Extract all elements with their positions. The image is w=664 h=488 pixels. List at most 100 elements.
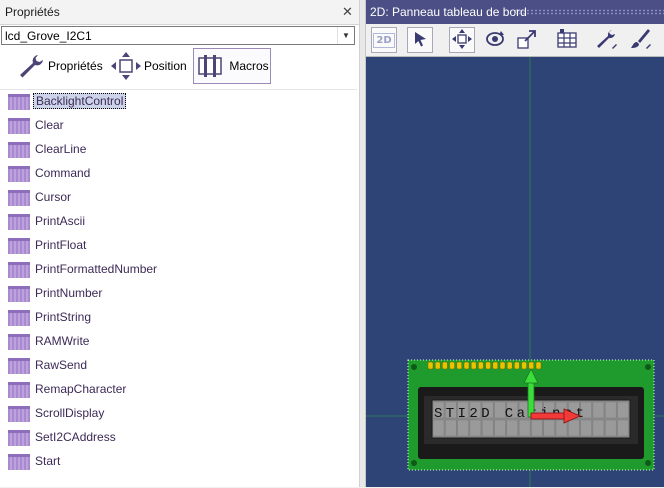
macro-icon: [8, 430, 30, 446]
macro-icon: [8, 142, 30, 158]
macro-item[interactable]: PrintString: [0, 306, 357, 330]
mount-hole: [645, 460, 651, 466]
tab-macros[interactable]: Macros: [193, 48, 271, 84]
macro-item[interactable]: PrintAscii: [0, 210, 357, 234]
header-pin: [478, 361, 484, 370]
macro-item[interactable]: RemapCharacter: [0, 378, 357, 402]
header-pin: [434, 361, 441, 370]
macro-label: RemapCharacter: [35, 382, 127, 396]
macro-item[interactable]: Command: [0, 162, 357, 186]
dashboard-toolbar: 2D: [366, 24, 664, 57]
view-2d-button[interactable]: 2D: [371, 27, 397, 53]
macro-item[interactable]: BacklightControl: [0, 90, 357, 114]
macro-icon: [8, 94, 30, 110]
header-pin: [442, 361, 448, 370]
macro-icon: [8, 358, 30, 374]
macro-label: BacklightControl: [33, 93, 127, 109]
macro-icon: [8, 454, 30, 470]
lcd-cell: [432, 419, 445, 437]
macro-label: PrintFloat: [35, 238, 87, 252]
cursor-arrow-icon: [411, 30, 429, 51]
lcd-cell: [617, 419, 629, 437]
properties-tab-bar: Propriétés Position Macros: [0, 46, 359, 88]
macro-label: PrintString: [35, 310, 92, 324]
macro-label: Start: [35, 454, 61, 468]
lcd-cell: [494, 419, 506, 437]
macro-label: ClearLine: [35, 142, 87, 156]
macro-icon: [8, 406, 30, 422]
macro-icon: [8, 214, 30, 230]
macro-icon: [8, 334, 30, 350]
lcd-cell: [481, 419, 494, 437]
macro-label: RAMWrite: [35, 334, 90, 348]
select-tool-button[interactable]: [407, 27, 433, 53]
macro-label: SetI2CAddress: [35, 430, 116, 444]
properties-panel: Propriétés ✕ lcd_Grove_I2C1 ▼ Propriétés…: [0, 0, 359, 487]
macro-item[interactable]: PrintNumber: [0, 282, 357, 306]
header-pin: [427, 361, 434, 370]
macro-label: Cursor: [35, 190, 72, 204]
lcd-cell: [580, 419, 592, 437]
macro-item[interactable]: Start: [0, 450, 357, 474]
component-selector[interactable]: lcd_Grove_I2C1 ▼: [1, 26, 355, 45]
header-pin: [485, 361, 491, 370]
macro-icon: [8, 118, 30, 134]
macro-icon: [8, 166, 30, 182]
scale-tool-button[interactable]: [514, 27, 540, 53]
lcd-cell: [506, 419, 519, 437]
wrench-icon: [16, 51, 46, 81]
lcd-cell: [445, 419, 457, 437]
macro-item[interactable]: ScrollDisplay: [0, 402, 357, 426]
macro-item[interactable]: Clear: [0, 114, 357, 138]
tab-macros-label: Macros: [229, 59, 269, 73]
tools-button[interactable]: [594, 27, 620, 53]
resize-icon: [516, 28, 538, 53]
macro-label: ScrollDisplay: [35, 406, 105, 420]
panel-splitter[interactable]: [359, 0, 366, 487]
lcd-cell: [531, 419, 543, 437]
macro-icon: [8, 190, 30, 206]
macro-list: BacklightControl Clear ClearLine Command Cur…: [0, 89, 357, 488]
properties-title-bar: Propriétés ✕: [0, 0, 359, 25]
macro-item[interactable]: ClearLine: [0, 138, 357, 162]
paintbrush-icon: [628, 27, 654, 54]
tab-properties-label: Propriétés: [48, 59, 103, 73]
tab-position-label: Position: [144, 59, 187, 73]
dashboard-title: 2D: Panneau tableau de bord: [370, 5, 527, 19]
dashboard-canvas[interactable]: STI2D Carinet: [366, 57, 664, 487]
header-pin: [521, 361, 527, 370]
grid-tool-button[interactable]: [554, 27, 580, 53]
title-grip: [514, 9, 664, 15]
header-pin: [463, 361, 470, 370]
macro-item[interactable]: Cursor: [0, 186, 357, 210]
move-tool-button[interactable]: [449, 27, 475, 53]
mount-hole: [411, 364, 417, 370]
lcd-cell: [617, 401, 629, 419]
lcd-cell: [518, 419, 531, 437]
macro-icon: [8, 310, 30, 326]
close-icon[interactable]: ✕: [342, 5, 353, 18]
lcd-cell: [568, 419, 580, 437]
dashboard-panel: 2D: Panneau tableau de bord 2D STI2D Car…: [366, 0, 664, 487]
dashboard-title-bar: 2D: Panneau tableau de bord: [366, 0, 664, 24]
component-name: lcd_Grove_I2C1: [5, 29, 92, 43]
macro-item[interactable]: RAMWrite: [0, 330, 357, 354]
properties-title: Propriétés: [5, 5, 60, 19]
wrench-icon: [594, 27, 620, 54]
macro-label: PrintAscii: [35, 214, 86, 228]
macro-icon: [8, 238, 30, 254]
move-arrows-icon: [451, 28, 473, 53]
header-pin: [492, 361, 499, 370]
macro-item[interactable]: SetI2CAddress: [0, 426, 357, 450]
macro-item[interactable]: PrintFormattedNumber: [0, 258, 357, 282]
macro-item[interactable]: RawSend: [0, 354, 357, 378]
chevron-down-icon[interactable]: ▼: [337, 27, 354, 44]
header-pin: [528, 361, 535, 370]
macro-label: PrintNumber: [35, 286, 103, 300]
macro-item[interactable]: PrintFloat: [0, 234, 357, 258]
tab-position[interactable]: Position: [110, 48, 187, 84]
grid-icon: [555, 28, 579, 53]
tab-properties[interactable]: Propriétés: [16, 48, 103, 84]
paint-tool-button[interactable]: [628, 27, 654, 53]
rotate-tool-button[interactable]: [482, 27, 508, 53]
